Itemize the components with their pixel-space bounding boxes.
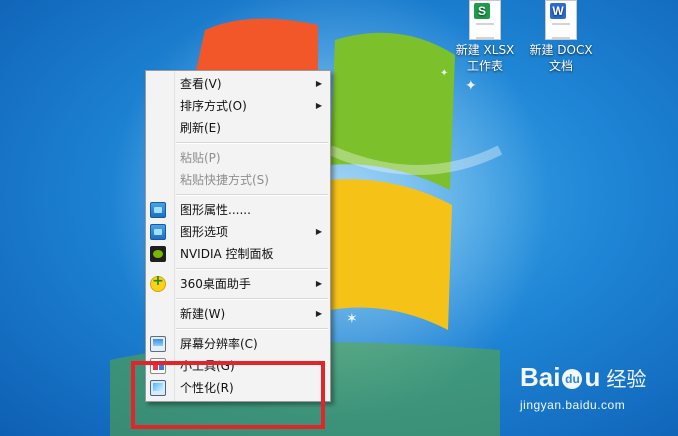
menu-item-paste: 粘贴(P) (146, 147, 330, 169)
document-badge: W (550, 3, 566, 19)
menu-separator (176, 298, 328, 300)
menu-item-label: 新建(W) (180, 307, 226, 321)
menu-item-label: 图形属性...... (180, 203, 251, 217)
sparkle-icon: ✦ (440, 68, 449, 79)
desktop-icon-label: 新建 DOCX (529, 43, 593, 57)
nvidia-icon (150, 246, 166, 262)
intel-graphics-icon (150, 202, 166, 218)
menu-item-paste-shortcut: 粘贴快捷方式(S) (146, 169, 330, 191)
menu-item-graphics-options[interactable]: 图形选项 ▶ (146, 221, 330, 243)
desktop-icon-label: 新建 XLSX (455, 43, 515, 57)
submenu-arrow-icon: ▶ (315, 79, 322, 88)
desktop-icon-new-docx[interactable]: W 新建 DOCX 文档 (528, 0, 594, 74)
intel-graphics-icon (150, 224, 166, 240)
spreadsheet-file-icon: S (469, 0, 501, 40)
submenu-arrow-icon: ▶ (315, 309, 322, 318)
desktop-icon-new-xlsx[interactable]: S 新建 XLSX 工作表 (452, 0, 518, 74)
menu-item-label: 图形选项 (180, 225, 229, 239)
menu-item-label: 360桌面助手 (180, 277, 251, 291)
spreadsheet-badge: S (474, 3, 490, 19)
menu-item-new[interactable]: 新建(W) ▶ (146, 303, 330, 325)
submenu-arrow-icon: ▶ (315, 279, 322, 288)
desktop-context-menu: 查看(V) ▶ 排序方式(O) ▶ 刷新(E) 粘贴(P) 粘贴快捷方式(S) … (145, 70, 331, 402)
menu-item-screen-resolution[interactable]: 屏幕分辨率(C) (146, 333, 330, 355)
menu-item-label: 排序方式(O) (180, 99, 247, 113)
menu-item-sort-by[interactable]: 排序方式(O) ▶ (146, 95, 330, 117)
document-file-icon: W (545, 0, 577, 40)
menu-separator (176, 328, 328, 330)
menu-separator (176, 194, 328, 196)
watermark-cn: 经验 (606, 367, 647, 391)
menu-item-view[interactable]: 查看(V) ▶ (146, 73, 330, 95)
menu-item-graphics-properties[interactable]: 图形属性...... (146, 199, 330, 221)
watermark-brand: Bai (520, 362, 561, 392)
menu-item-label: NVIDIA 控制面板 (180, 247, 274, 261)
butterfly-icon: ✦ (465, 78, 477, 94)
watermark-brand-tail: u (584, 362, 601, 392)
menu-item-360-desktop-assistant[interactable]: 360桌面助手 ▶ (146, 273, 330, 295)
screen-resolution-icon (150, 336, 166, 352)
baidu-jingyan-watermark: Bai du u 经验 jingyan.baidu.com (520, 362, 670, 412)
sparkle-icon: ✶ (346, 311, 358, 327)
menu-item-label: 查看(V) (180, 77, 222, 91)
menu-separator (176, 268, 328, 270)
menu-item-nvidia-control-panel[interactable]: NVIDIA 控制面板 (146, 243, 330, 265)
menu-item-refresh[interactable]: 刷新(E) (146, 117, 330, 139)
menu-item-label: 粘贴(P) (180, 151, 221, 165)
paw-icon: du (562, 369, 583, 390)
annotation-highlight-box (131, 361, 325, 429)
menu-item-label: 粘贴快捷方式(S) (180, 173, 269, 187)
menu-item-label: 屏幕分辨率(C) (180, 337, 258, 351)
menu-separator (176, 142, 328, 144)
360-icon (150, 273, 166, 292)
submenu-arrow-icon: ▶ (315, 101, 322, 110)
submenu-arrow-icon: ▶ (315, 227, 322, 236)
menu-item-label: 刷新(E) (180, 121, 221, 135)
desktop-icon-label: 文档 (548, 59, 573, 73)
watermark-url: jingyan.baidu.com (520, 398, 626, 412)
watermark-logo: Bai du u 经验 (520, 362, 670, 394)
desktop-icon-label: 工作表 (466, 59, 503, 73)
